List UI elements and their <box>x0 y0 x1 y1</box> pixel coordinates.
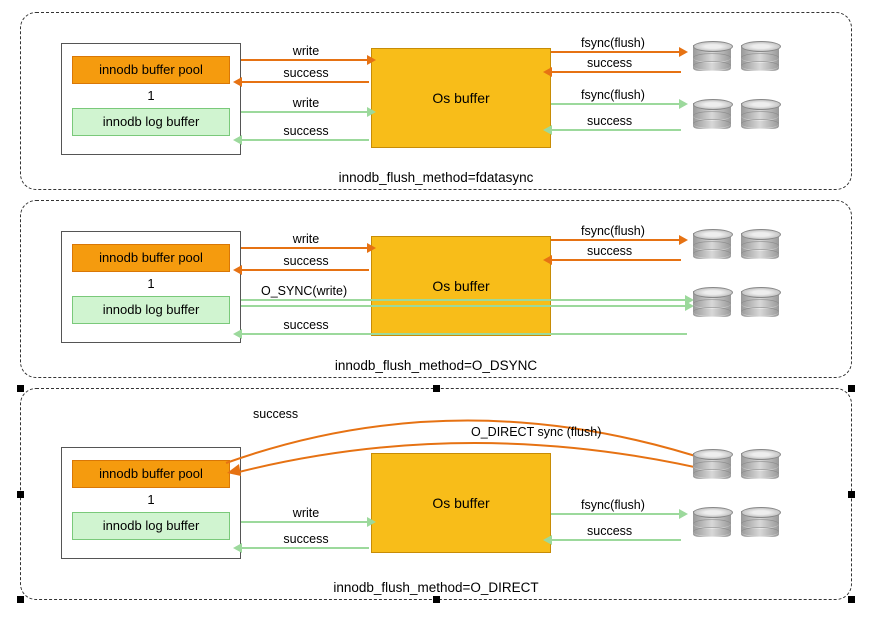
arrowhead-icon <box>233 265 242 275</box>
label-one: 1 <box>62 88 240 103</box>
buffer-pool: innodb buffer pool <box>72 244 230 272</box>
label-success: success <box>271 124 341 138</box>
arrowhead-icon <box>679 99 688 109</box>
arrowhead-icon <box>543 255 552 265</box>
arrowhead-icon <box>367 517 376 527</box>
arrow-log-to-os <box>241 521 369 523</box>
arrow-disk-to-os-pool <box>551 259 681 261</box>
buffer-pool: innodb buffer pool <box>72 56 230 84</box>
label-write: write <box>271 506 341 520</box>
disk-icon <box>741 507 779 541</box>
arrowhead-icon <box>679 235 688 245</box>
arrow-pool-to-os <box>241 247 369 249</box>
selection-handle-icon <box>433 596 440 603</box>
arrowhead-icon <box>543 535 552 545</box>
log-buffer: innodb log buffer <box>72 108 230 136</box>
disk-pair-pool <box>693 41 783 79</box>
label-write: write <box>271 232 341 246</box>
log-buffer: innodb log buffer <box>72 512 230 540</box>
arrow-os-to-disk-pool <box>551 239 681 241</box>
arrowhead-icon <box>543 125 552 135</box>
label-success: success <box>587 114 632 128</box>
label-write: write <box>271 44 341 58</box>
arrow-pool-to-os <box>241 59 369 61</box>
arrowhead-icon <box>679 509 688 519</box>
disk-icon <box>741 229 779 263</box>
log-buffer: innodb log buffer <box>72 296 230 324</box>
panel-o-dsync: innodb buffer pool 1 innodb log buffer O… <box>20 200 852 378</box>
label-fsync: fsync(flush) <box>581 88 645 102</box>
label-fsync: fsync(flush) <box>581 224 645 238</box>
selection-handle-icon <box>848 596 855 603</box>
label-success: success <box>587 524 632 538</box>
disk-pair-log <box>693 99 783 137</box>
panel-fdatasync: innodb buffer pool 1 innodb log buffer O… <box>20 12 852 190</box>
arrow-disk-to-os-log <box>551 129 681 131</box>
selection-handle-icon <box>848 491 855 498</box>
disk-icon <box>741 41 779 75</box>
innodb-container: innodb buffer pool 1 innodb log buffer <box>61 43 241 155</box>
arrowhead-icon <box>233 135 242 145</box>
disk-icon <box>693 287 731 321</box>
disk-icon <box>693 41 731 75</box>
arrowhead-icon <box>233 543 242 553</box>
arrowhead-icon <box>367 243 376 253</box>
disk-icon <box>693 99 731 133</box>
label-success: success <box>271 318 341 332</box>
arrowhead-icon <box>233 77 242 87</box>
disk-icon <box>693 449 731 483</box>
selection-handle-icon <box>17 491 24 498</box>
arrow-os-to-disk-pool <box>551 51 681 53</box>
label-fsync: fsync(flush) <box>581 498 645 512</box>
arrow-log-osync-to-disk2 <box>241 305 687 307</box>
disk-pair-log <box>693 287 783 325</box>
caption: innodb_flush_method=O_DIRECT <box>21 580 851 595</box>
disk-icon <box>741 99 779 133</box>
label-success: success <box>587 56 632 70</box>
arrow-os-to-disk-log <box>551 513 681 515</box>
disk-icon <box>693 229 731 263</box>
arrow-os-to-pool <box>241 269 369 271</box>
arrow-os-to-pool <box>241 81 369 83</box>
arrowhead-icon <box>679 47 688 57</box>
arrowhead-icon <box>367 55 376 65</box>
label-success: success <box>587 244 632 258</box>
label-success: success <box>253 407 298 421</box>
label-one: 1 <box>62 276 240 291</box>
disk-icon <box>693 507 731 541</box>
disk-icon <box>741 449 779 483</box>
os-buffer: Os buffer <box>371 236 551 336</box>
label-one: 1 <box>62 492 240 507</box>
os-buffer: Os buffer <box>371 48 551 148</box>
arrow-log-osync-to-disk <box>241 299 687 301</box>
arrowhead-icon <box>233 329 242 339</box>
panel-o-direct: innodb buffer pool 1 innodb log buffer O… <box>20 388 852 600</box>
arrow-log-to-os <box>241 111 369 113</box>
arrow-os-to-disk-log <box>551 103 681 105</box>
arrow-disk-to-os-log <box>551 539 681 541</box>
label-odirect: O_DIRECT sync (flush) <box>471 425 601 439</box>
disk-pair-log <box>693 507 783 545</box>
caption: innodb_flush_method=fdatasync <box>21 170 851 185</box>
arrow-os-to-log <box>241 547 369 549</box>
selection-handle-icon <box>17 596 24 603</box>
label-success: success <box>271 66 341 80</box>
disk-pair-pool <box>693 449 783 487</box>
label-success: success <box>271 254 341 268</box>
innodb-container: innodb buffer pool 1 innodb log buffer <box>61 231 241 343</box>
caption: innodb_flush_method=O_DSYNC <box>21 358 851 373</box>
arrowhead-icon <box>367 107 376 117</box>
arrow-disk-to-os-pool <box>551 71 681 73</box>
arrowhead-icon <box>543 67 552 77</box>
label-success: success <box>271 532 341 546</box>
disk-pair-pool <box>693 229 783 267</box>
label-write: write <box>271 96 341 110</box>
label-osync: O_SYNC(write) <box>261 284 347 298</box>
arrow-disk-to-log <box>241 333 687 335</box>
label-fsync: fsync(flush) <box>581 36 645 50</box>
disk-icon <box>741 287 779 321</box>
arrow-os-to-log <box>241 139 369 141</box>
